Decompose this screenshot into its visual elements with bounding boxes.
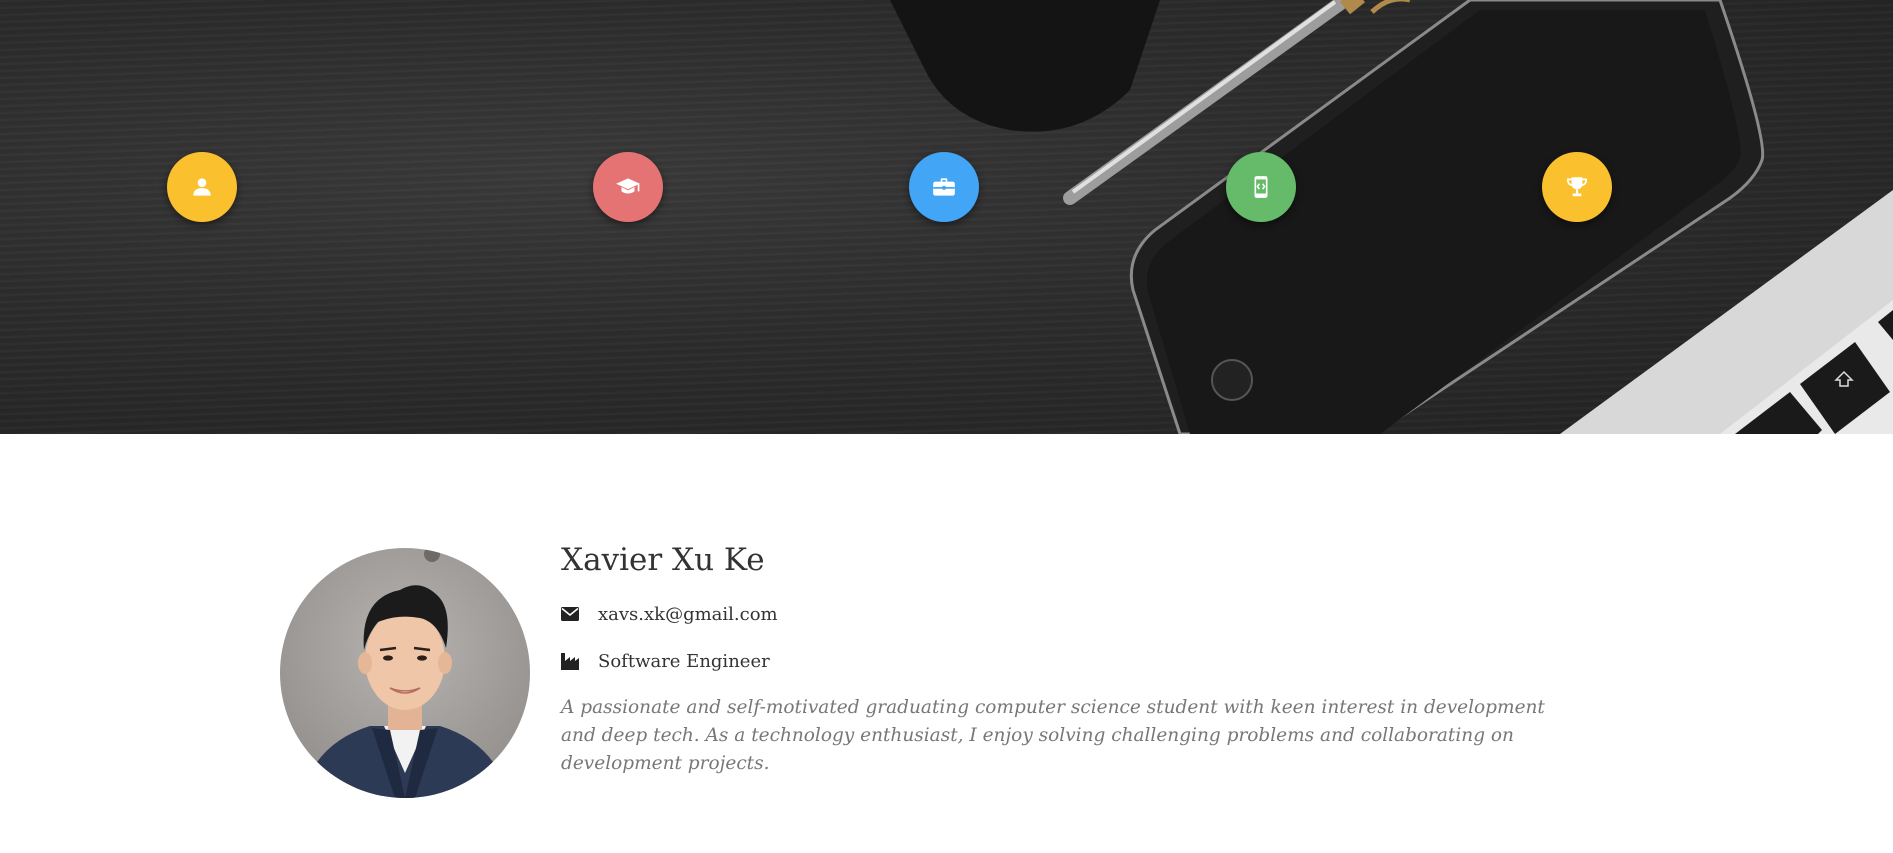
briefcase-icon — [933, 178, 955, 196]
profile-bio: A passionate and self-motivated graduati… — [561, 697, 1545, 774]
profile-photo — [280, 548, 530, 798]
job-title: Software Engineer — [598, 650, 770, 672]
profile-name: Xavier Xu Ke — [561, 542, 765, 578]
projects-nav-button[interactable] — [1226, 152, 1296, 222]
profile-section: Xavier Xu Ke xavs.xk@gmail.com Software … — [0, 434, 1893, 853]
person-icon — [193, 178, 211, 196]
hero-banner — [0, 0, 1893, 434]
profile-nav-button[interactable] — [167, 152, 237, 222]
industry-icon — [561, 651, 581, 671]
education-nav-button[interactable] — [593, 152, 663, 222]
avatar — [280, 548, 530, 798]
trophy-icon — [1566, 177, 1588, 197]
awards-nav-button[interactable] — [1542, 152, 1612, 222]
job-title-row: Software Engineer — [561, 648, 770, 674]
email-row: xavs.xk@gmail.com — [561, 601, 778, 627]
experience-nav-button[interactable] — [909, 152, 979, 222]
graduation-cap-icon — [616, 178, 640, 194]
envelope-icon — [561, 604, 581, 624]
section-nav — [0, 0, 1893, 434]
mobile-code-icon — [1254, 176, 1268, 198]
email-link[interactable]: xavs.xk@gmail.com — [598, 604, 778, 625]
